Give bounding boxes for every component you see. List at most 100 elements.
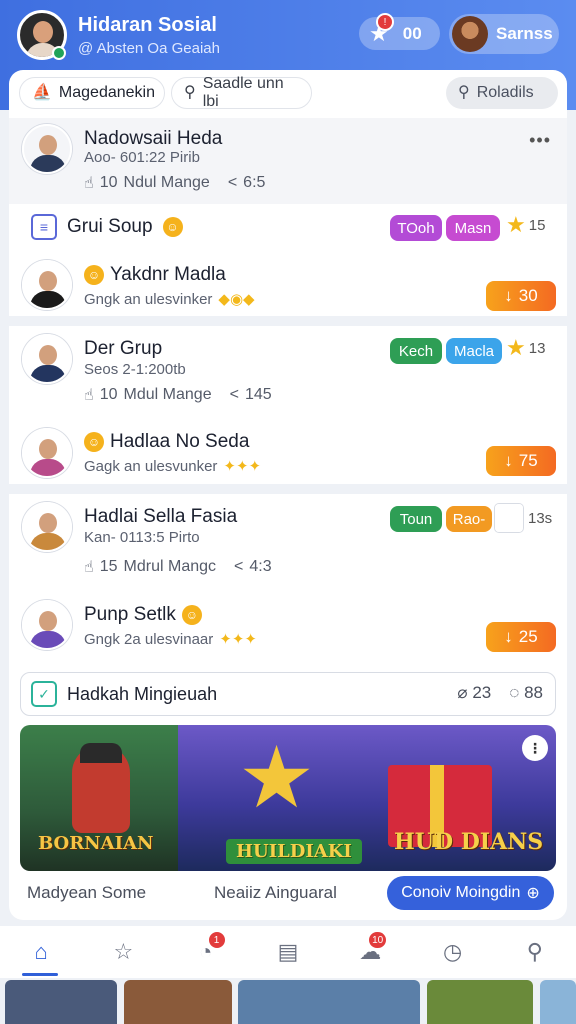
thumbnail[interactable] bbox=[124, 980, 232, 1024]
vote-button[interactable]: ↓ 75 bbox=[486, 446, 556, 476]
clock-icon: ◷ bbox=[442, 939, 463, 964]
nav-groups[interactable]: ☁ 10 bbox=[329, 926, 411, 978]
post-avatar[interactable] bbox=[22, 502, 72, 552]
more-options-icon[interactable]: ⋮ bbox=[522, 735, 548, 761]
reaction-icons: ◆◉◆ bbox=[218, 291, 255, 308]
member-name[interactable]: ☺ Hadlaa No Seda bbox=[84, 431, 249, 453]
stars-count: 00 bbox=[402, 23, 422, 43]
home-icon: ⌂ bbox=[34, 939, 48, 964]
section-stats: ⌀ 23 ◌ 88 bbox=[457, 683, 543, 703]
post-meta: Seos 2-1:200tb bbox=[84, 361, 186, 378]
tag-badge[interactable]: Masn bbox=[446, 215, 500, 241]
search-icon: ⚲ bbox=[184, 84, 196, 101]
footer-center-link[interactable]: Neaiiz Ainguaral bbox=[214, 883, 337, 903]
member-name[interactable]: ☺ Yakdnr Madla bbox=[84, 264, 226, 286]
nav-home[interactable]: ⌂ bbox=[0, 926, 82, 978]
post-author[interactable]: Hadlai Sella Fasia bbox=[84, 506, 237, 528]
vote-button[interactable]: ↓ 25 bbox=[486, 622, 556, 652]
banner-left-image[interactable]: BORNAIAN bbox=[20, 725, 178, 871]
post-item[interactable]: Hadlai Sella Fasia Kan- 0113:5 Pirto ☝ 1… bbox=[9, 494, 567, 664]
reaction-icons: ✦✦✦ bbox=[219, 631, 257, 648]
nav-messages[interactable]: ◔ 1 bbox=[165, 926, 247, 978]
share-count: 6:5 bbox=[243, 174, 266, 191]
group-title: Grui Soup bbox=[67, 216, 153, 237]
tag-badge[interactable]: Kech bbox=[390, 338, 442, 364]
banner-right-image[interactable]: ★ HUILDIAKI HUD DIANS bbox=[178, 725, 556, 871]
vote-button[interactable]: ↓ 30 bbox=[486, 281, 556, 311]
details-chip[interactable]: ⚲ Roladils bbox=[446, 77, 558, 109]
like-icon[interactable]: ☝ bbox=[84, 385, 94, 405]
post-stats: ☝ 10 Ndul Mange < 6:5 bbox=[84, 173, 265, 193]
more-options-icon[interactable]: ••• bbox=[529, 130, 551, 151]
feed-card: ⛵ Magedanekin ⚲ Saadle unn lbi ⚲ Roladil… bbox=[9, 70, 567, 920]
mini-avatar bbox=[495, 504, 523, 532]
member-avatar[interactable] bbox=[22, 428, 72, 478]
arrow-down-icon: ↓ bbox=[504, 286, 513, 305]
thumbnail[interactable] bbox=[5, 980, 117, 1024]
post-author[interactable]: Nadowsaii Heda bbox=[84, 128, 222, 150]
user-pill[interactable]: Sarnss bbox=[449, 14, 559, 54]
tag-icon[interactable]: ⌀ 23 bbox=[457, 683, 491, 703]
tag-badge[interactable]: Macla bbox=[446, 338, 502, 364]
search-chip[interactable]: ⚲ Saadle unn lbi bbox=[171, 75, 312, 110]
member-name[interactable]: Punp Setlk ☺ bbox=[84, 604, 202, 626]
share-icon[interactable]: < bbox=[230, 386, 239, 404]
post-item[interactable]: Nadowsaii Heda Aoo- 601:22 Pirib ☝ 10 Nd… bbox=[9, 118, 567, 204]
character-hat bbox=[80, 743, 122, 763]
profile-handle: @ Absten Oa Geaiah bbox=[78, 40, 220, 57]
thumbnail[interactable] bbox=[427, 980, 533, 1024]
star-count: ★ 13 bbox=[506, 335, 546, 360]
promo-banner[interactable]: BORNAIAN ★ HUILDIAKI HUD DIANS ⋮ bbox=[20, 725, 556, 871]
member-meta: Gagk an ulesvunker ✦✦✦ bbox=[84, 457, 262, 476]
thumbnail[interactable] bbox=[238, 980, 420, 1024]
group-header[interactable]: ≡ Grui Soup ☺ bbox=[31, 214, 183, 240]
post-avatar[interactable] bbox=[22, 124, 72, 174]
member-meta: Gngk an ulesvinker ◆◉◆ bbox=[84, 290, 255, 309]
search-icon: ⚲ bbox=[526, 939, 543, 964]
post-item[interactable]: Der Grup Seos 2-1:200tb ☝ 10 Mdul Mange … bbox=[9, 326, 567, 484]
thumbnail-strip bbox=[0, 980, 576, 1024]
nav-badge: 1 bbox=[208, 932, 225, 948]
emoji-icon: ☺ bbox=[84, 432, 104, 452]
banner-right-text: HUD DIANS bbox=[394, 829, 544, 855]
reaction-icons: ✦✦✦ bbox=[223, 458, 262, 475]
nav-list[interactable]: ▤ bbox=[247, 926, 329, 978]
emoji-icon: ☺ bbox=[162, 217, 183, 237]
star-count: ★ 15 bbox=[506, 212, 546, 237]
clipboard-icon: ✓ bbox=[31, 681, 57, 707]
stars-pill[interactable]: ★ 00 bbox=[359, 17, 440, 50]
member-avatar[interactable] bbox=[22, 600, 72, 650]
notification-badge: ! bbox=[376, 13, 394, 31]
card-footer: Madyean Some Neaiiz Ainguaral Conoiv Moi… bbox=[9, 870, 567, 920]
divider bbox=[9, 316, 567, 326]
section-header[interactable]: ✓ Hadkah Mingieuah ⌀ 23 ◌ 88 bbox=[20, 672, 556, 716]
chip-primary[interactable]: ⛵ Magedanekin bbox=[19, 77, 165, 109]
share-icon[interactable]: < bbox=[234, 558, 243, 576]
member-avatar[interactable] bbox=[22, 260, 72, 310]
like-label: Ndul Mange bbox=[123, 174, 210, 191]
app-title: Hidaran Sosial bbox=[78, 14, 217, 36]
verified-icon bbox=[52, 46, 66, 60]
comment-icon[interactable]: ◌ 88 bbox=[509, 683, 543, 703]
section-title: Hadkah Mingieuah bbox=[67, 683, 218, 704]
details-chip-label: Roladils bbox=[476, 84, 534, 101]
nav-search[interactable]: ⚲ bbox=[494, 926, 576, 978]
nav-favorites[interactable]: ☆ bbox=[82, 926, 164, 978]
share-icon[interactable]: < bbox=[228, 174, 237, 192]
list-icon: ▤ bbox=[277, 939, 299, 964]
post-author[interactable]: Der Grup bbox=[84, 338, 162, 360]
post-avatar[interactable] bbox=[22, 334, 72, 384]
tag-badge[interactable]: TOoh bbox=[390, 215, 442, 241]
ship-icon: ⛵ bbox=[32, 84, 52, 101]
nav-activity[interactable]: ◷ bbox=[411, 926, 493, 978]
tag-badge[interactable]: Rao- bbox=[446, 506, 492, 532]
clipboard-icon: ≡ bbox=[31, 214, 57, 240]
post-stats: ☝ 10 Mdul Mange < 145 bbox=[84, 385, 272, 405]
member-meta: Gngk 2a ulesvinaar ✦✦✦ bbox=[84, 630, 257, 649]
like-icon[interactable]: ☝ bbox=[84, 557, 94, 577]
like-icon[interactable]: ☝ bbox=[84, 173, 94, 193]
connect-button[interactable]: Conoiv Moingdin ⊕ bbox=[387, 876, 554, 910]
thumbnail[interactable] bbox=[540, 980, 576, 1024]
tag-badge[interactable]: Toun bbox=[390, 506, 442, 532]
footer-left-link[interactable]: Madyean Some bbox=[27, 883, 146, 903]
